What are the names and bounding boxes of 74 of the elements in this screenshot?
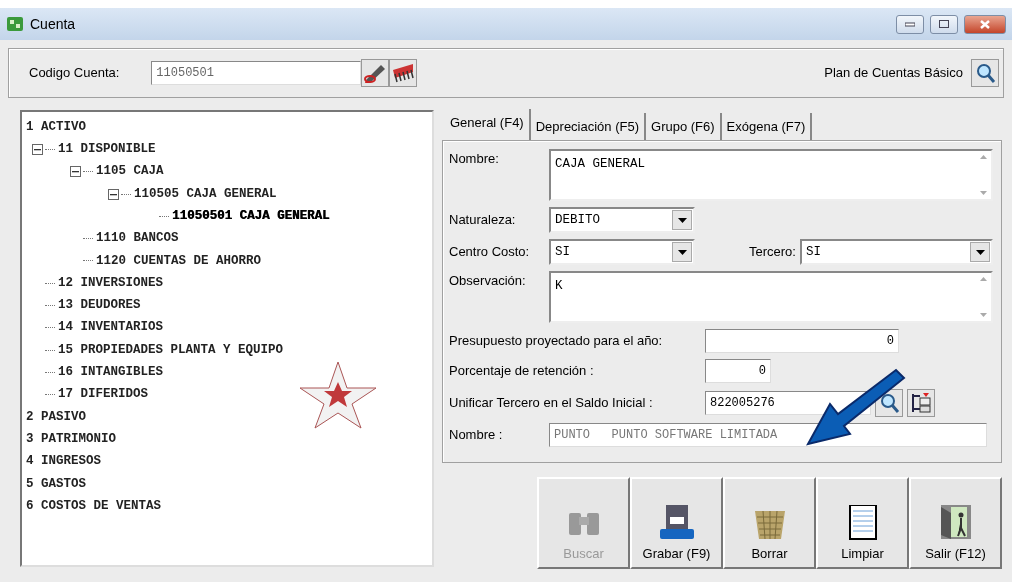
expand-toggle[interactable] bbox=[108, 188, 119, 200]
tree-item[interactable]: 12 INVERSIONES bbox=[58, 273, 164, 293]
field-label: Presupuesto proyectado para el año: bbox=[449, 332, 664, 351]
dropdown-icon bbox=[677, 249, 687, 255]
plan-label: Plan de Cuentas Básico bbox=[824, 64, 963, 83]
tree-item[interactable]: 1105 CAJA bbox=[96, 162, 164, 182]
scroll-up-icon bbox=[979, 277, 987, 281]
close-icon bbox=[980, 19, 990, 29]
zip-drive-icon bbox=[657, 504, 696, 541]
tree-item[interactable]: 1120 CUENTAS DE AHORRO bbox=[96, 251, 262, 271]
observation-field[interactable]: K bbox=[549, 271, 993, 323]
search-icon bbox=[974, 62, 996, 84]
field-label: Nombre : bbox=[449, 426, 504, 445]
code-field[interactable]: 11050501 bbox=[151, 61, 362, 85]
tab[interactable]: Grupo (F6) bbox=[646, 112, 722, 140]
search-button[interactable] bbox=[971, 59, 999, 87]
tree-item[interactable]: 5 GASTOS bbox=[26, 474, 86, 494]
field-label: Porcentaje de retención : bbox=[449, 362, 595, 381]
clean-button[interactable] bbox=[389, 59, 418, 87]
tree-item[interactable]: 11 DISPONIBLE bbox=[58, 140, 156, 159]
expand-toggle[interactable] bbox=[32, 143, 43, 155]
tab[interactable]: Exógena (F7) bbox=[721, 112, 813, 140]
tree-item[interactable]: 6 COSTOS DE VENTAS bbox=[26, 496, 162, 516]
tree-item[interactable]: 1110 BANCOS bbox=[96, 229, 179, 248]
pencil-icon bbox=[363, 62, 388, 84]
scroll-down-icon bbox=[979, 313, 987, 317]
maximize-button[interactable] bbox=[930, 14, 958, 34]
field-label: Observación: bbox=[449, 272, 527, 290]
tree-item[interactable]: 17 DIFERIDOS bbox=[58, 385, 148, 405]
tree-item[interactable]: 16 INTANGIBLES bbox=[58, 363, 164, 382]
budget-field[interactable]: 0 bbox=[705, 329, 899, 353]
tree-item[interactable]: 4 INGRESOS bbox=[26, 452, 101, 471]
tab[interactable]: Depreciación (F5) bbox=[530, 112, 647, 140]
tree-item[interactable]: 11050501 CAJA GENERAL bbox=[172, 206, 330, 226]
app-icon bbox=[6, 16, 24, 32]
name-field[interactable]: CAJA GENERAL bbox=[549, 149, 993, 201]
retention-field[interactable]: 0 bbox=[705, 359, 771, 383]
field-label: Nombre: bbox=[449, 150, 500, 168]
scroll-down-icon bbox=[979, 191, 987, 195]
tree-item[interactable]: 14 INVENTARIOS bbox=[58, 318, 164, 338]
delete-button[interactable]: Borrar bbox=[723, 477, 816, 569]
tree-item[interactable]: 2 PASIVO bbox=[26, 407, 86, 427]
hierarchy-icon bbox=[910, 392, 932, 414]
exit-button[interactable]: Salir (F12) bbox=[909, 477, 1002, 569]
maximize-icon bbox=[939, 20, 949, 28]
scroll-up-icon bbox=[979, 155, 987, 159]
tree-item[interactable]: 110505 CAJA GENERAL bbox=[134, 184, 277, 204]
tree-item[interactable]: 13 DEUDORES bbox=[58, 296, 141, 315]
code-label: Codigo Cuenta: bbox=[29, 64, 120, 83]
tree-item[interactable]: 3 PATRIMONIO bbox=[26, 429, 116, 449]
window-title: Cuenta bbox=[30, 14, 77, 34]
clear-button[interactable]: Limpiar bbox=[816, 477, 909, 569]
field-label: Naturaleza: bbox=[449, 211, 517, 230]
field-label: Unificar Tercero en el Saldo Inicial : bbox=[449, 394, 654, 413]
minimize-button[interactable] bbox=[896, 14, 924, 34]
third-party-dropdown[interactable]: SI bbox=[799, 239, 993, 265]
cost-center-dropdown[interactable]: SI bbox=[549, 239, 695, 265]
close-button[interactable] bbox=[964, 14, 1006, 34]
minimize-icon bbox=[905, 21, 915, 27]
field-label: Tercero: bbox=[749, 243, 796, 262]
expand-toggle[interactable] bbox=[70, 166, 81, 178]
dropdown-icon bbox=[975, 249, 985, 255]
tree-view-button[interactable] bbox=[907, 389, 935, 417]
field-label: Centro Costo: bbox=[449, 243, 531, 262]
star-icon bbox=[298, 360, 378, 430]
search-icon bbox=[878, 392, 900, 414]
save-button[interactable]: Grabar (F9) bbox=[630, 477, 723, 569]
dropdown-icon bbox=[677, 217, 687, 223]
tree-item[interactable]: 15 PROPIEDADES PLANTA Y EQUIPO bbox=[58, 340, 284, 360]
tree-item[interactable]: 1 ACTIVO bbox=[26, 117, 86, 137]
edit-button[interactable] bbox=[361, 59, 390, 87]
brush-icon bbox=[391, 62, 416, 84]
name-field[interactable]: PUNTO PUNTO SOFTWARE LIMITADA bbox=[549, 423, 987, 447]
nature-dropdown[interactable]: DEBITO bbox=[549, 207, 695, 233]
